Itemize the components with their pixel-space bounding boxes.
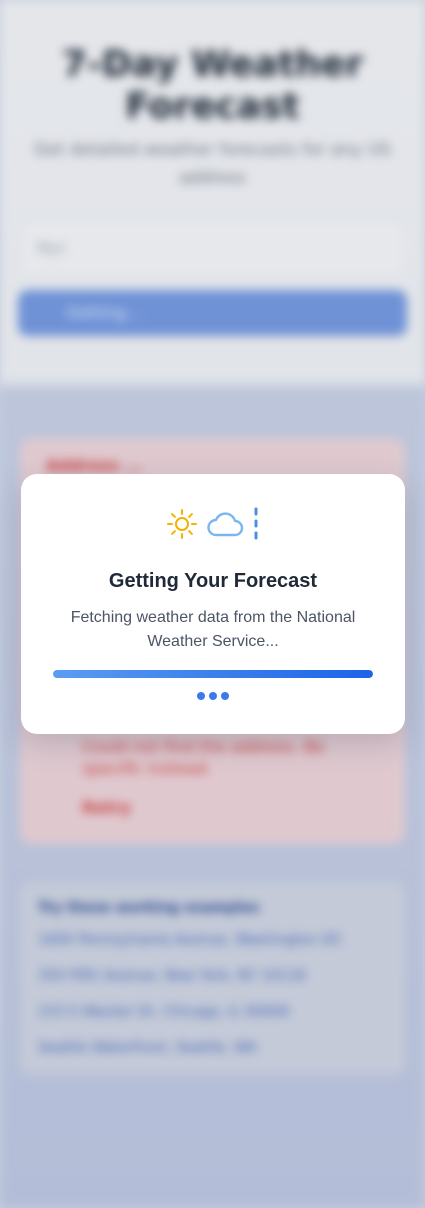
example-item[interactable]: 350 Fifth Avenue, New York, NY 10118 (38, 968, 306, 984)
loading-modal: Getting Your Forecast Fetching weather d… (21, 474, 405, 734)
loading-dot (209, 692, 217, 700)
loading-dots (21, 692, 405, 700)
rain-icon (252, 507, 260, 541)
progress-bar (53, 670, 373, 678)
get-forecast-button[interactable]: Getting... (18, 290, 407, 336)
example-item[interactable]: Seattle Waterfront, Seattle, WA (38, 1040, 257, 1056)
error-heading: Address ... (46, 456, 143, 475)
page-subtitle: Get detailed weather forecasts for any U… (34, 140, 391, 188)
modal-title: Getting Your Forecast (108, 570, 318, 592)
sun-icon (166, 508, 198, 540)
page-title: 7-Day Weather Forecast (61, 44, 364, 127)
address-input[interactable]: Nyc (20, 220, 405, 276)
weather-icons (21, 506, 405, 542)
progress-fill (53, 670, 373, 678)
loading-dot (221, 692, 229, 700)
examples-heading: Try these working examples (38, 900, 260, 916)
retry-button[interactable]: Retry (82, 798, 131, 817)
modal-message: Fetching weather data from the National … (70, 609, 356, 650)
cloud-icon (206, 510, 244, 538)
example-item[interactable]: 1600 Pennsylvania Avenue, Washington DC (38, 932, 343, 948)
example-item[interactable]: 233 S Wacker Dr, Chicago, IL 60606 (38, 1004, 290, 1020)
loading-dot (197, 692, 205, 700)
error-message: Could not find the address. Be specific … (82, 737, 325, 778)
